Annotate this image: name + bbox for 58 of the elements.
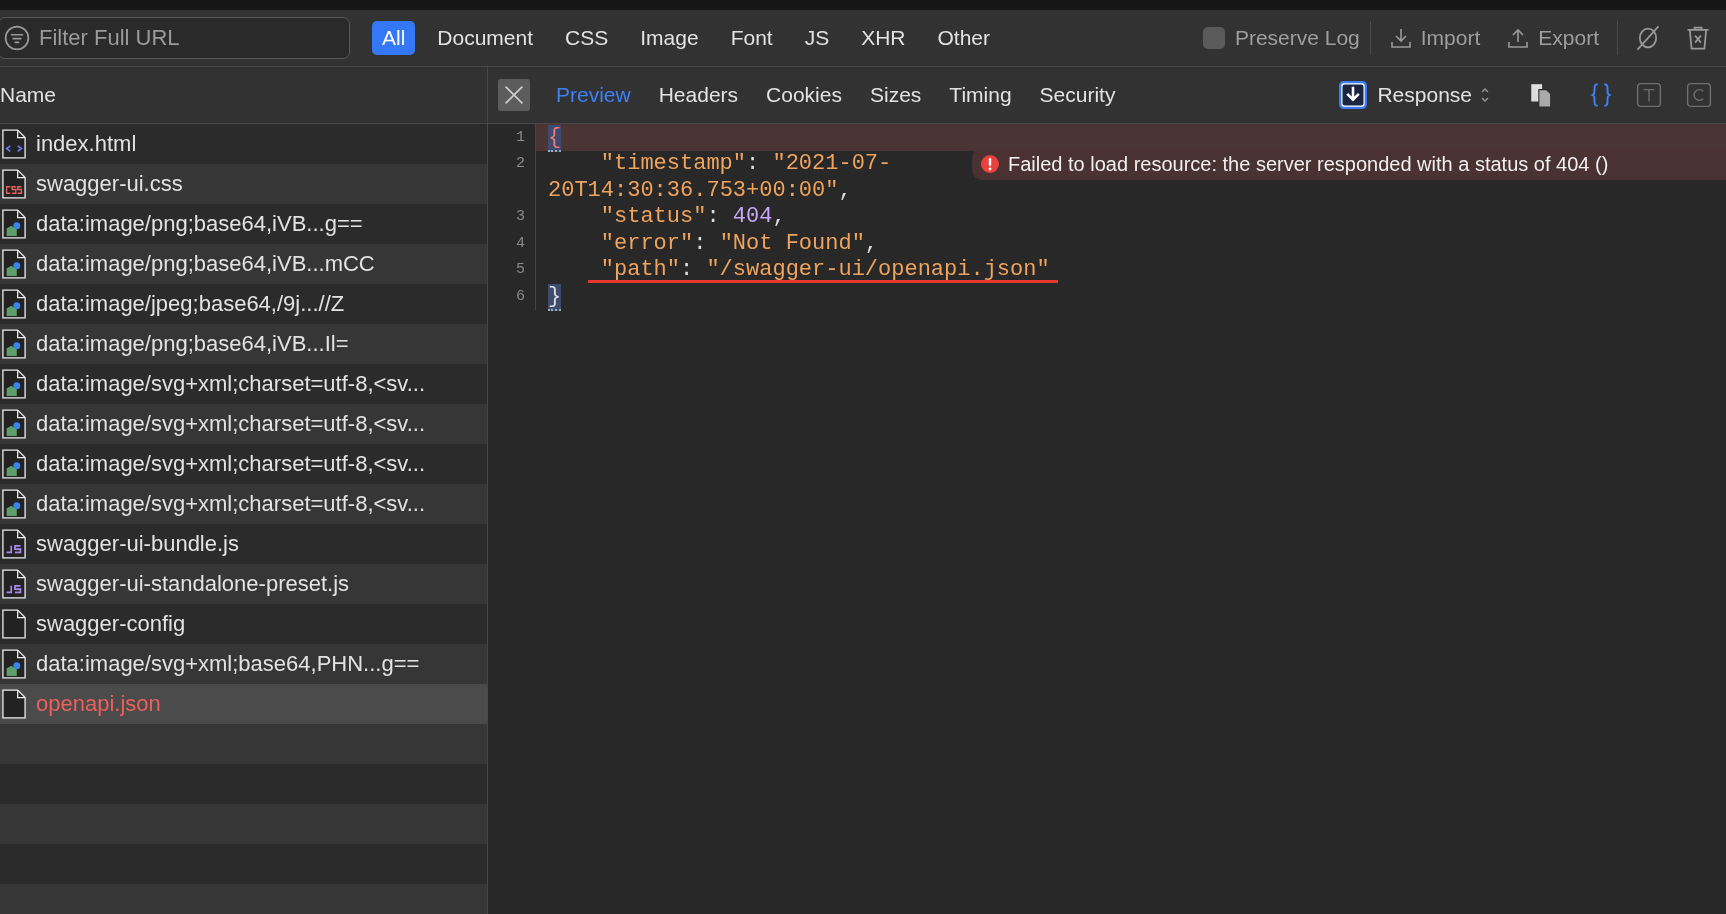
image-file-icon	[2, 448, 26, 480]
error-message: Failed to load resource: the server responded with a status of 404 ()	[972, 148, 1726, 180]
detail-tab[interactable]: Headers	[650, 79, 747, 111]
column-header: Name	[0, 83, 57, 107]
import-button[interactable]: Import	[1380, 22, 1489, 54]
close-icon	[502, 83, 526, 107]
source-selector[interactable]: Response	[1375, 81, 1492, 109]
filter-tab[interactable]: Image	[630, 21, 709, 55]
line-number: 6	[516, 287, 525, 305]
line-number: 2	[516, 155, 525, 173]
image-file-icon	[2, 368, 26, 400]
upload-arrow-icon	[1506, 26, 1531, 50]
line-number: 5	[516, 261, 525, 279]
filter-icon	[4, 25, 30, 51]
filter-tab[interactable]: All	[372, 21, 416, 55]
download-icon[interactable]	[1339, 81, 1368, 109]
export-button[interactable]: Export	[1498, 22, 1607, 54]
preserve-log-checkbox[interactable]: Preserve Log	[1202, 26, 1360, 50]
disable-cache-icon[interactable]	[1634, 24, 1662, 52]
image-file-icon	[2, 248, 26, 280]
detail-tab[interactable]: Timing	[941, 79, 1020, 111]
filter-field[interactable]: Filter Full URL	[0, 17, 350, 59]
detail-tab[interactable]: Sizes	[861, 79, 930, 111]
image-file-icon	[2, 408, 26, 440]
file-icon	[2, 688, 26, 720]
file-icon	[2, 608, 26, 640]
filter-tab[interactable]: XHR	[851, 21, 916, 55]
css-file-icon	[2, 168, 26, 200]
close-button[interactable]	[498, 79, 530, 111]
filter-tab[interactable]: JS	[794, 21, 840, 55]
code-line: 20T14:30:36.753+00:00",	[548, 177, 852, 203]
braces-icon[interactable]	[1588, 80, 1614, 110]
error-icon	[980, 154, 1000, 174]
image-file-icon	[2, 648, 26, 680]
image-file-icon	[2, 288, 26, 320]
filter-tab[interactable]: Font	[720, 21, 783, 55]
line-number: 4	[516, 234, 525, 252]
code-line: "path": "/swagger-ui/openapi.json"	[600, 257, 1050, 283]
html-file-icon	[2, 128, 26, 160]
filter-tab[interactable]: CSS	[555, 21, 619, 55]
c-icon[interactable]	[1684, 80, 1714, 110]
download-arrow-icon	[1388, 26, 1413, 50]
filter-tab[interactable]: Document	[427, 21, 544, 55]
image-file-icon	[2, 488, 26, 520]
code-line: "status": 404,	[600, 204, 786, 230]
line-number: 3	[516, 208, 525, 226]
line-number: 1	[516, 128, 525, 146]
js-file-icon	[2, 568, 26, 600]
image-file-icon	[2, 328, 26, 360]
filter-tab[interactable]: Other	[927, 21, 1001, 55]
code-line: "timestamp": "2021-07-	[600, 151, 892, 177]
text-icon[interactable]	[1634, 80, 1664, 110]
copy-icon[interactable]	[1528, 82, 1554, 108]
code-line: "error": "Not Found",	[600, 230, 879, 256]
detail-tab[interactable]: Cookies	[758, 79, 850, 111]
detail-tab[interactable]: Security	[1031, 79, 1124, 111]
js-file-icon	[2, 528, 26, 560]
image-file-icon	[2, 208, 26, 240]
